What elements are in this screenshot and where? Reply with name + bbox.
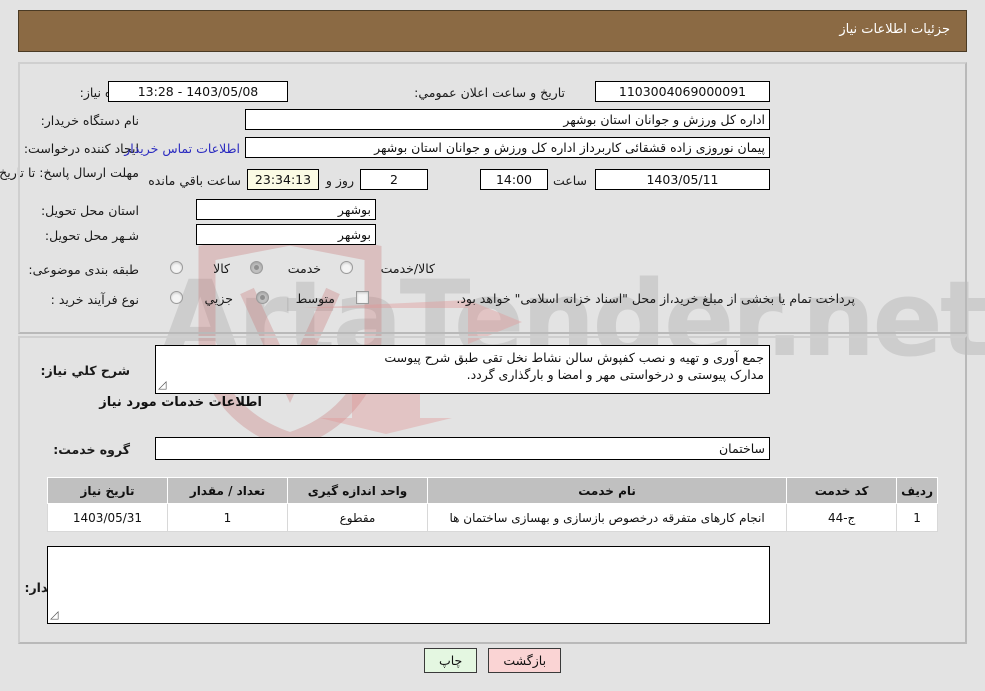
print-button[interactable]: چاپ (423, 648, 478, 673)
services-table: ردیف کد خدمت نام خدمت واحد اندازه گیری ت… (47, 477, 938, 532)
back-button[interactable]: بازگشت (488, 648, 562, 673)
action-button-bar: بازگشت چاپ (0, 648, 985, 673)
table-header-row: ردیف کد خدمت نام خدمت واحد اندازه گیری ت… (47, 477, 938, 504)
cell-service-code: ج-44 (786, 503, 898, 532)
cell-need-date: 1403/05/31 (47, 503, 168, 532)
cell-row-no: 1 (896, 503, 938, 532)
col-service-code: کد خدمت (786, 477, 898, 504)
page-title: جزئیات اطلاعات نیاز (839, 22, 950, 37)
table-row[interactable]: 1 ج-44 انجام کارهای متفرقه درخصوص بازساز… (47, 503, 938, 532)
col-need-date: تاریخ نیاز (47, 477, 168, 504)
col-quantity: تعداد / مقدار (167, 477, 288, 504)
col-row-no: ردیف (896, 477, 938, 504)
col-service-name: نام خدمت (426, 477, 788, 504)
cell-quantity: 1 (167, 503, 288, 532)
need-info-panel (18, 62, 967, 334)
cell-unit: مقطوع (287, 503, 428, 532)
col-unit: واحد اندازه گیری (287, 477, 428, 504)
window-titlebar: جزئیات اطلاعات نیاز (18, 10, 967, 52)
cell-service-name: انجام کارهای متفرقه درخصوص بازسازی و بهس… (426, 503, 788, 532)
